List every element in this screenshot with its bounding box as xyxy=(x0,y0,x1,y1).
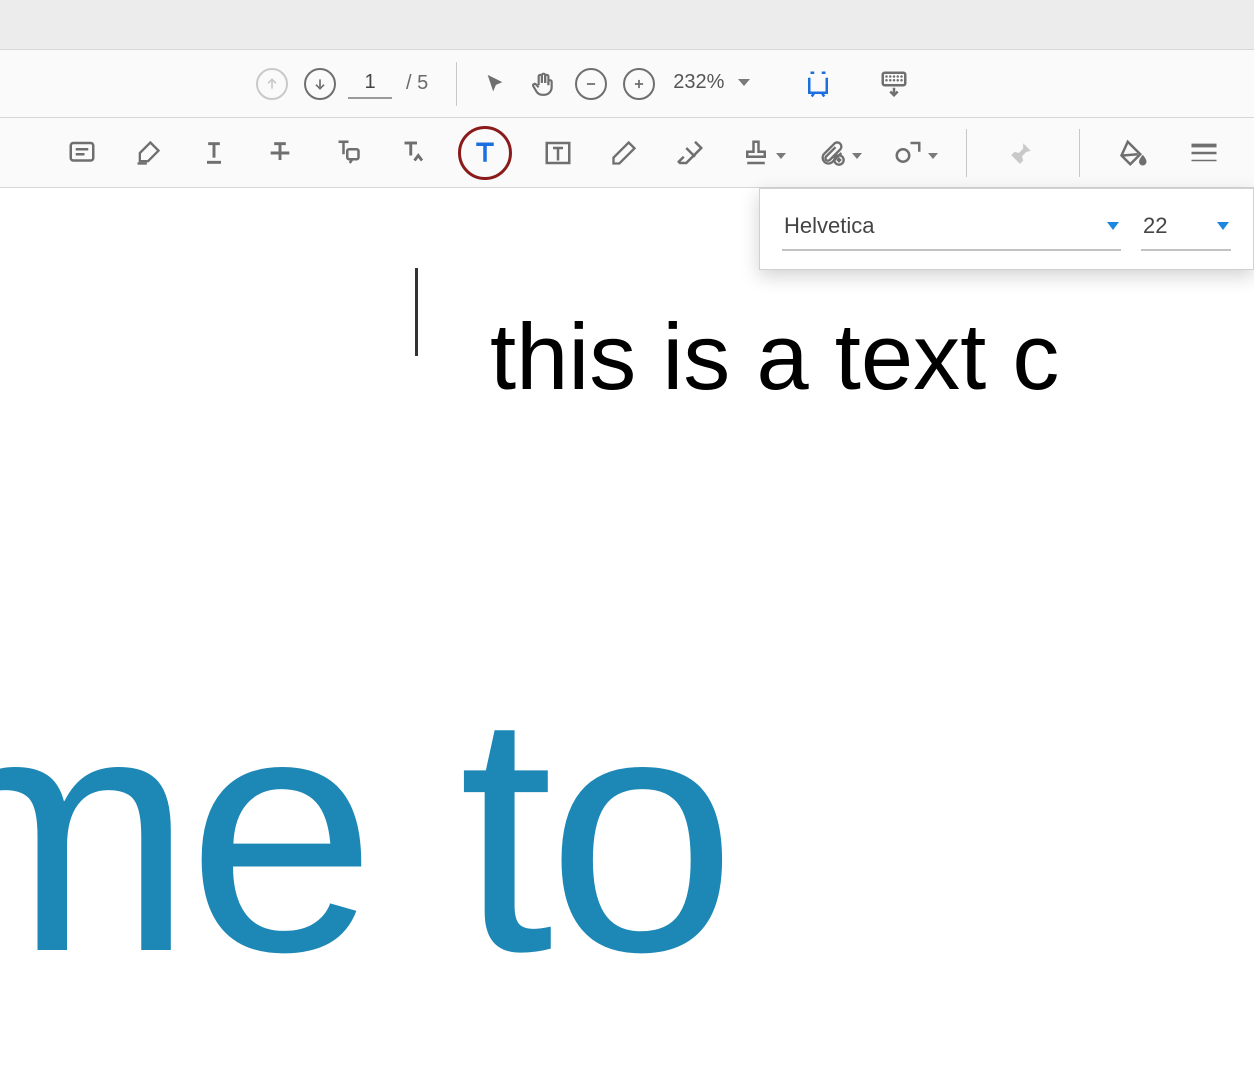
page-number-input[interactable] xyxy=(348,69,392,99)
prev-page-button[interactable] xyxy=(252,64,292,104)
font-family-select[interactable]: Helvetica xyxy=(782,209,1121,251)
cursor-icon xyxy=(484,73,506,95)
highlight-tool[interactable] xyxy=(128,133,168,173)
shapes-icon xyxy=(893,138,923,168)
chevron-down-icon xyxy=(776,153,786,159)
chevron-down-icon xyxy=(852,153,862,159)
text-format-panel: Helvetica 22 xyxy=(759,188,1254,270)
paint-bucket-icon xyxy=(1119,138,1149,168)
free-text-tool-active[interactable] xyxy=(458,126,512,180)
zoom-value: 232% xyxy=(673,71,724,94)
document-canvas[interactable]: this is a text c me to xyxy=(0,188,1254,1080)
shapes-tool[interactable] xyxy=(888,133,928,173)
font-size-select[interactable]: 22 xyxy=(1141,209,1231,251)
attachment-tool[interactable] xyxy=(812,133,852,173)
zoom-in-button[interactable] xyxy=(619,64,659,104)
stamp-tool[interactable] xyxy=(736,133,776,173)
page-total-label: / 5 xyxy=(406,72,428,95)
eraser-icon xyxy=(675,138,705,168)
arrow-down-icon xyxy=(304,68,336,100)
main-toolbar: / 5 232% xyxy=(0,50,1254,118)
keyboard-button[interactable] xyxy=(874,64,914,104)
text-box-tool[interactable] xyxy=(538,133,578,173)
minus-icon xyxy=(575,68,607,100)
strikeout-tool[interactable] xyxy=(260,133,300,173)
paperclip-plus-icon xyxy=(818,139,846,167)
font-family-value: Helvetica xyxy=(784,213,874,239)
plus-icon xyxy=(623,68,655,100)
text-cursor xyxy=(415,268,418,356)
underline-tool[interactable] xyxy=(194,133,234,173)
comment-icon xyxy=(67,138,97,168)
pencil-icon xyxy=(610,139,638,167)
font-size-value: 22 xyxy=(1143,213,1167,239)
highlighter-icon xyxy=(134,139,162,167)
pan-tool-button[interactable] xyxy=(523,64,563,104)
stamp-icon xyxy=(741,138,771,168)
line-style-tool[interactable] xyxy=(1184,133,1224,173)
fill-color-tool[interactable] xyxy=(1114,133,1154,173)
chevron-down-icon xyxy=(1217,222,1229,230)
text-caret-tool[interactable] xyxy=(392,133,432,173)
toolbar-separator xyxy=(966,129,967,177)
free-text-annotation[interactable]: this is a text c xyxy=(490,303,1059,411)
annotation-toolbar xyxy=(0,118,1254,188)
text-callout-tool[interactable] xyxy=(326,133,366,173)
text-insert-icon xyxy=(397,138,427,168)
chevron-down-icon xyxy=(738,79,750,86)
lines-icon xyxy=(1189,142,1219,164)
arrow-up-icon xyxy=(256,68,288,100)
toolbar-separator xyxy=(1079,129,1080,177)
pin-tool[interactable] xyxy=(1001,133,1041,173)
page-layout-button[interactable] xyxy=(798,64,838,104)
select-tool-button[interactable] xyxy=(475,64,515,104)
text-comment-icon xyxy=(331,138,361,168)
zoom-select[interactable]: 232% xyxy=(667,71,756,96)
chevron-down-icon xyxy=(928,153,938,159)
keyboard-down-icon xyxy=(879,69,909,99)
text-box-icon xyxy=(543,138,573,168)
comment-tool[interactable] xyxy=(62,133,102,173)
text-icon xyxy=(470,138,500,168)
pencil-tool[interactable] xyxy=(604,133,644,173)
zoom-out-button[interactable] xyxy=(571,64,611,104)
chevron-down-icon xyxy=(1107,222,1119,230)
window-titlebar xyxy=(0,0,1254,50)
pin-icon xyxy=(1008,140,1034,166)
hand-icon xyxy=(530,71,556,97)
eraser-tool[interactable] xyxy=(670,133,710,173)
text-underline-icon xyxy=(200,139,228,167)
page-fit-icon xyxy=(803,69,833,99)
next-page-button[interactable] xyxy=(300,64,340,104)
toolbar-separator xyxy=(456,62,457,106)
document-body-text: me to xyxy=(0,638,730,1029)
text-strikeout-icon xyxy=(266,139,294,167)
